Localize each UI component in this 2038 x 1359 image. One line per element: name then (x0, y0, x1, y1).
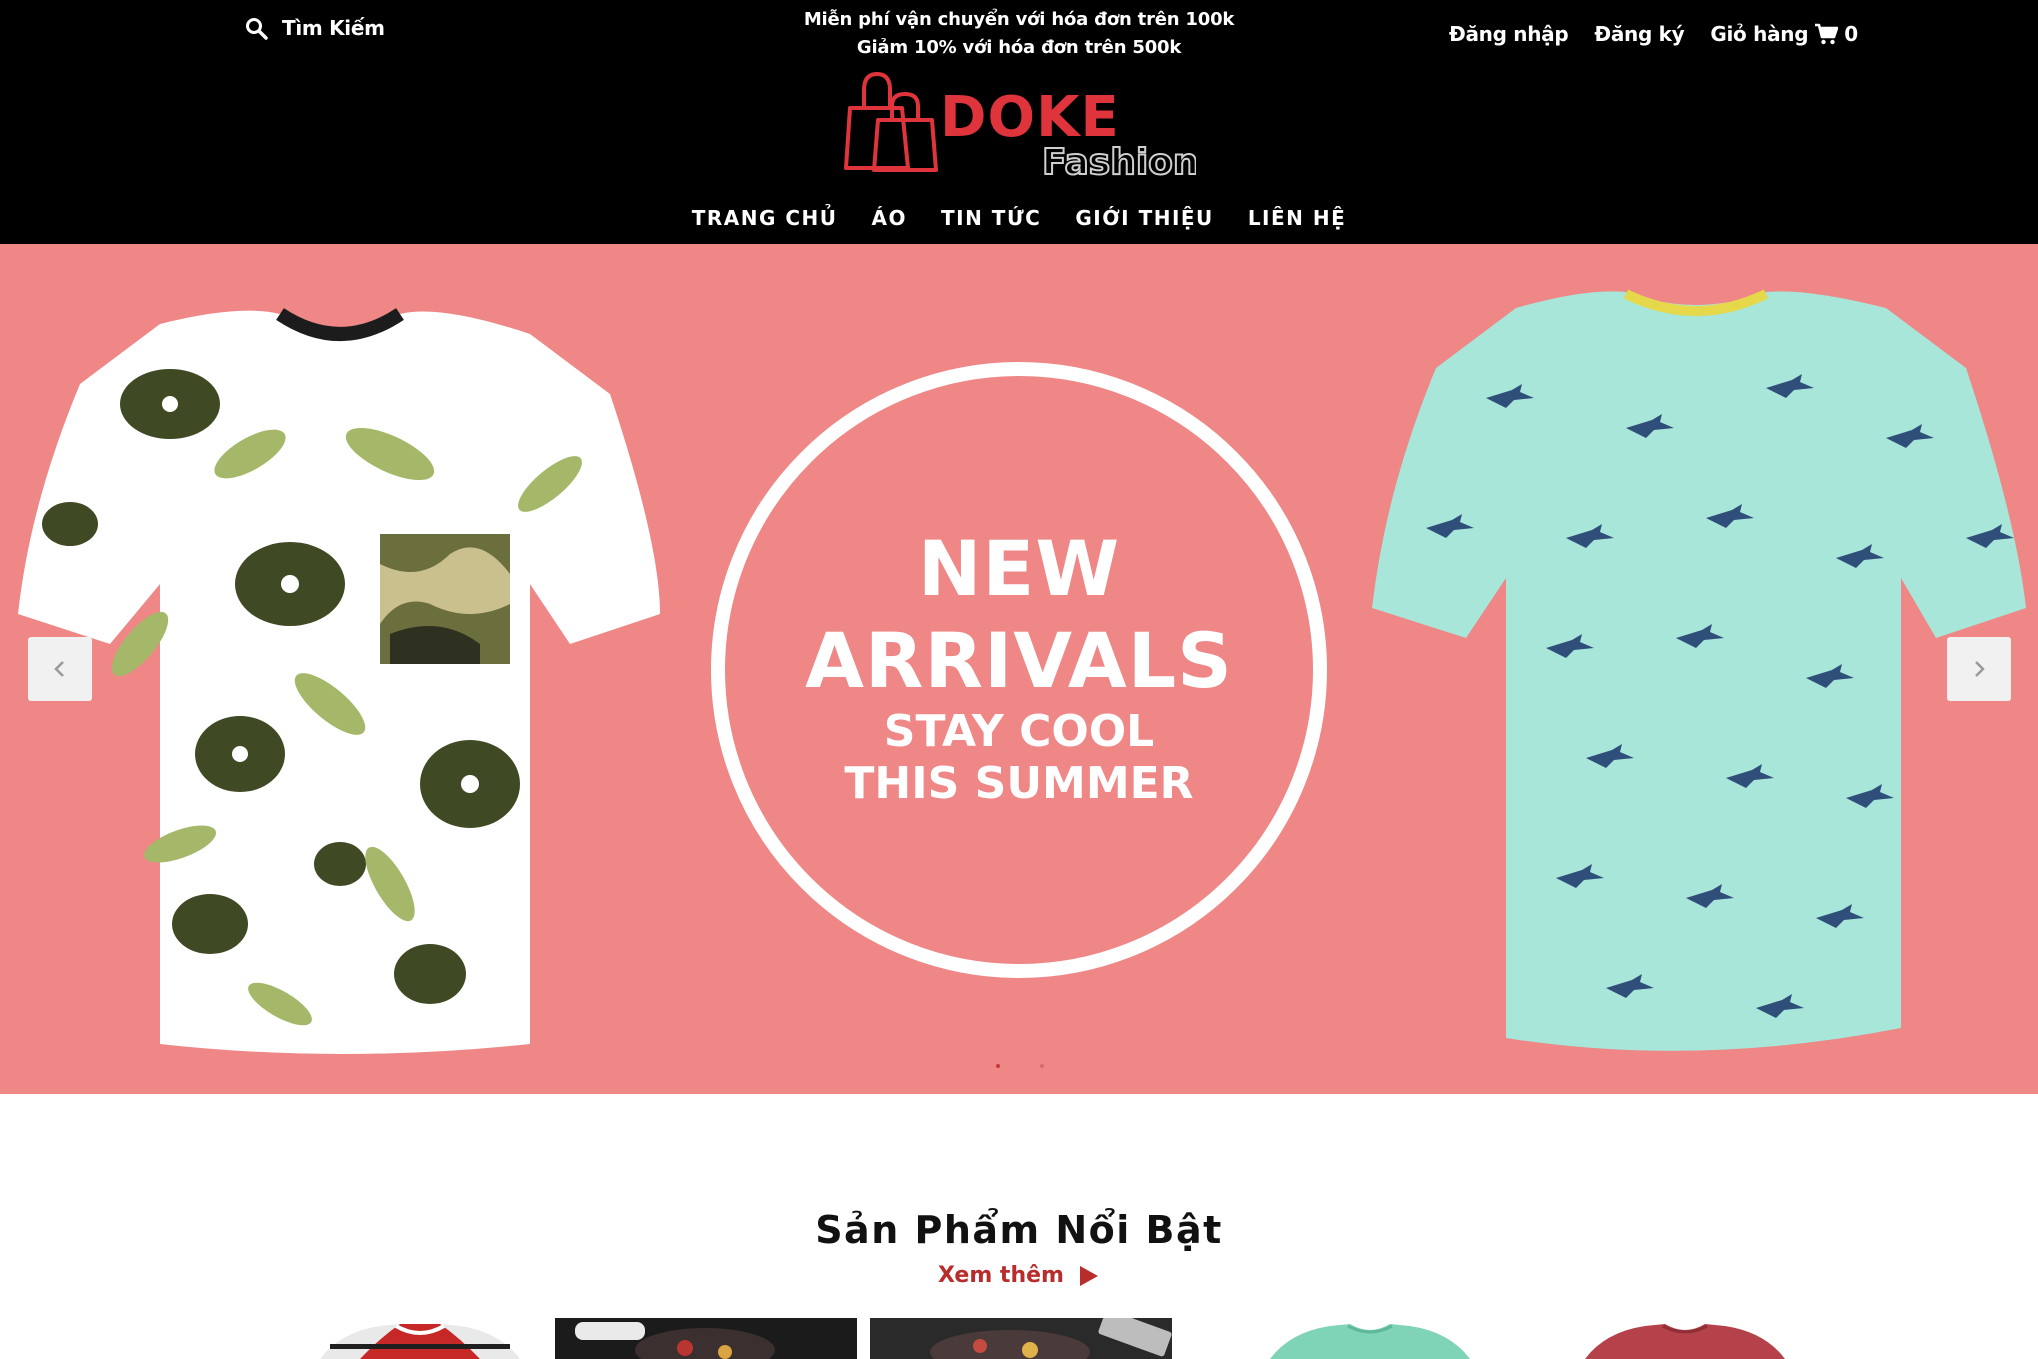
slider-dot-2[interactable] (1040, 1064, 1044, 1068)
chevron-left-icon (54, 661, 64, 677)
shopping-bag-icon (844, 72, 938, 172)
brand-logo[interactable]: DOKE Fashion (844, 70, 1196, 180)
cart-icon (1815, 23, 1839, 45)
nav-item-about[interactable]: GIỚI THIỆU (1075, 206, 1213, 230)
nav-item-home[interactable]: TRANG CHỦ (692, 206, 838, 230)
shark-print-tshirt-image (1372, 289, 2026, 1051)
slider-dot-1[interactable] (996, 1064, 1000, 1068)
site-header: Tìm Kiếm Miễn phí vận chuyển với hóa đơn… (0, 0, 2038, 244)
login-link[interactable]: Đăng nhập (1449, 22, 1569, 46)
nav-item-shirts[interactable]: ÁO (872, 206, 907, 230)
hero-subline-line1: STAY COOL (883, 706, 1155, 757)
hero-slider: NEW ARRIVALS STAY COOL THIS SUMMER (0, 244, 2038, 1094)
cart-label: Giỏ hàng (1710, 22, 1809, 46)
hero-headline-line1: NEW (917, 524, 1121, 613)
product-image-red-tshirt[interactable] (1565, 1318, 1805, 1359)
cart-count: 0 (1844, 22, 1858, 46)
account-links: Đăng nhập Đăng ký Giỏ hàng 0 (1449, 22, 1858, 46)
product-image-striped-tshirt[interactable] (300, 1318, 540, 1359)
floral-tshirt-image (18, 308, 660, 1055)
nav-item-contact[interactable]: LIÊN HỆ (1248, 206, 1346, 230)
product-image-floral-shirt-photo[interactable] (555, 1318, 857, 1359)
register-link[interactable]: Đăng ký (1594, 22, 1684, 46)
slider-prev-button[interactable] (28, 637, 92, 701)
logo-tagline: Fashion (1042, 142, 1196, 180)
main-nav: TRANG CHỦ ÁO TIN TỨC GIỚI THIỆU LIÊN HỆ (0, 206, 2038, 230)
featured-products-title: Sản Phẩm Nổi Bật (815, 1208, 1223, 1252)
featured-products-row (0, 1318, 2038, 1359)
play-arrow-icon (1079, 1265, 1098, 1286)
chevron-right-icon (1975, 661, 1985, 677)
slider-next-button[interactable] (1947, 637, 2011, 701)
hero-subline-line2: THIS SUMMER (844, 758, 1194, 809)
hero-headline-line2: ARRIVALS (805, 616, 1233, 705)
see-more-link[interactable]: Xem thêm (0, 1263, 2038, 1288)
nav-item-news[interactable]: TIN TỨC (941, 206, 1041, 230)
product-image-mint-tshirt[interactable] (1250, 1318, 1490, 1359)
product-image-patterned-shirt-photo[interactable] (870, 1318, 1172, 1359)
see-more-label: Xem thêm (938, 1263, 1064, 1288)
cart-link[interactable]: Giỏ hàng 0 (1710, 22, 1858, 46)
logo-brand: DOKE (940, 85, 1120, 150)
